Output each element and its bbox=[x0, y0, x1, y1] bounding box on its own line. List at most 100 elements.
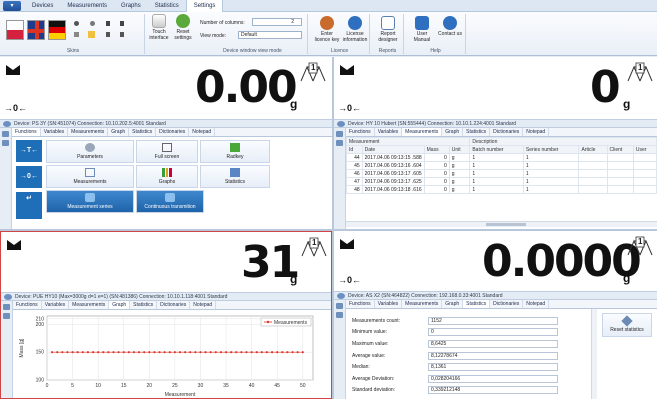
col-batch[interactable]: Batch number bbox=[469, 145, 524, 154]
tab-measurements[interactable]: Measurements bbox=[68, 128, 109, 136]
tab-variables[interactable]: Variables bbox=[375, 128, 403, 136]
table-cell: 1 bbox=[522, 177, 580, 186]
tab-dictionaries[interactable]: Dictionaries bbox=[157, 301, 191, 309]
legend-marker bbox=[266, 320, 270, 324]
device-info-bar: Device: PS 3Y (SN:451074) Connection: 10… bbox=[0, 119, 332, 128]
measurement-series-button[interactable]: Measurement series bbox=[46, 190, 134, 213]
touch-interface-button[interactable]: Touch interface bbox=[147, 14, 171, 41]
parameters-button[interactable]: Parameters bbox=[46, 140, 134, 163]
tab-functions[interactable]: Functions bbox=[13, 301, 42, 309]
tab-measurements[interactable]: Measurements bbox=[60, 0, 114, 12]
tab-notepad[interactable]: Notepad bbox=[189, 128, 216, 136]
table-row[interactable]: 47 2017.04.06 09:13:17 .625 0 g 1 1 bbox=[346, 177, 657, 186]
eye-icon[interactable] bbox=[3, 121, 11, 127]
continuous-transmition-button[interactable]: Continuous transmition bbox=[136, 190, 204, 213]
tab-variables[interactable]: Variables bbox=[375, 300, 403, 308]
side-list-icon[interactable] bbox=[336, 140, 343, 146]
tab-devices[interactable]: Devices bbox=[25, 0, 60, 12]
view-group: Number of columns: 2 View mode: Default … bbox=[198, 14, 308, 54]
col-mass[interactable]: Mass bbox=[423, 145, 450, 154]
side-chart-icon[interactable] bbox=[3, 304, 10, 310]
tab-dictionaries[interactable]: Dictionaries bbox=[490, 300, 524, 308]
col-user[interactable]: User bbox=[632, 145, 657, 154]
tab-settings[interactable]: Settings bbox=[185, 0, 224, 12]
col-date[interactable]: Date bbox=[361, 145, 425, 154]
tab-notepad[interactable]: Notepad bbox=[523, 128, 550, 136]
reset-settings-button[interactable]: Reset settings bbox=[172, 14, 194, 41]
side-list-icon[interactable] bbox=[336, 312, 343, 318]
eye-icon[interactable] bbox=[4, 294, 12, 300]
table-row[interactable]: 46 2017.04.06 09:13:17 .605 0 g 1 1 bbox=[346, 169, 657, 178]
data-point bbox=[102, 351, 105, 354]
col-id[interactable]: Id bbox=[346, 145, 363, 154]
tab-dictionaries[interactable]: Dictionaries bbox=[490, 128, 524, 136]
side-list-icon[interactable] bbox=[2, 140, 9, 146]
tab-measurements[interactable]: Measurements bbox=[402, 300, 443, 308]
flag-germany-icon[interactable] bbox=[48, 20, 66, 40]
tab-statistics[interactable]: Statistics bbox=[463, 300, 491, 308]
tab-notepad[interactable]: Notepad bbox=[190, 301, 217, 309]
col-article[interactable]: Article bbox=[578, 145, 608, 154]
table-row[interactable]: 44 2017.04.06 09:13:15 .588 0 g 1 1 bbox=[346, 153, 657, 162]
flag-poland-icon[interactable] bbox=[6, 20, 24, 40]
app-menu-button[interactable]: ▾ bbox=[3, 0, 21, 11]
side-list-icon[interactable] bbox=[3, 313, 10, 319]
tab-measurements[interactable]: Measurements bbox=[402, 128, 443, 136]
x-tick-label: 50 bbox=[300, 383, 306, 389]
data-point bbox=[56, 351, 59, 354]
tab-graph[interactable]: Graph bbox=[109, 301, 131, 309]
full-screen-button[interactable]: Full screen bbox=[136, 140, 198, 163]
contact-us-button[interactable]: Contact us bbox=[438, 16, 462, 37]
col-series[interactable]: Series number bbox=[522, 145, 580, 154]
radkey-button[interactable]: Radkey bbox=[200, 140, 270, 163]
tab-statistics[interactable]: Statistics bbox=[130, 301, 158, 309]
tab-graph[interactable]: Graph bbox=[442, 128, 464, 136]
col-client[interactable]: Client bbox=[606, 145, 634, 154]
help-group: User Manual Contact us Help bbox=[406, 14, 466, 54]
zero-indicator: →0← bbox=[338, 103, 362, 113]
table-cell bbox=[578, 177, 608, 186]
tab-graphs[interactable]: Graphs bbox=[114, 0, 148, 12]
horizontal-scrollbar[interactable] bbox=[346, 221, 657, 227]
license-information-button[interactable]: License information bbox=[342, 16, 368, 43]
skin-icons[interactable] bbox=[72, 19, 132, 41]
eye-icon[interactable] bbox=[337, 121, 345, 127]
columns-spinner[interactable]: 2 bbox=[252, 18, 302, 26]
user-manual-button[interactable]: User Manual bbox=[408, 16, 436, 43]
reset-statistics-button[interactable]: Reset statistics bbox=[602, 313, 652, 337]
tab-statistics[interactable]: Statistics bbox=[148, 0, 186, 12]
tab-statistics[interactable]: Statistics bbox=[463, 128, 491, 136]
tab-measurements[interactable]: Measurements bbox=[69, 301, 110, 309]
flag-uk-icon[interactable] bbox=[27, 20, 45, 40]
side-chart-icon[interactable] bbox=[336, 131, 343, 137]
tare-button[interactable]: →T← bbox=[16, 140, 42, 162]
tab-functions[interactable]: Functions bbox=[12, 128, 41, 136]
enter-licence-key-button[interactable]: Enter licence key bbox=[314, 16, 340, 43]
side-chart-icon[interactable] bbox=[2, 131, 9, 137]
table-row[interactable]: 48 2017.04.06 09:13:18 .616 0 g 1 1 bbox=[346, 185, 657, 194]
eye-icon[interactable] bbox=[337, 293, 345, 299]
table-row[interactable]: 45 2017.04.06 09:13:16 .604 0 g 1 1 bbox=[346, 161, 657, 170]
vertical-scrollbar[interactable] bbox=[591, 309, 597, 399]
tab-graph[interactable]: Graph bbox=[108, 128, 130, 136]
tab-statistics[interactable]: Statistics bbox=[129, 128, 157, 136]
measurements-button[interactable]: Measurements bbox=[46, 165, 134, 188]
tab-functions[interactable]: Functions bbox=[346, 300, 375, 308]
tab-notepad[interactable]: Notepad bbox=[523, 300, 550, 308]
tab-graph[interactable]: Graph bbox=[442, 300, 464, 308]
report-designer-button[interactable]: Report designer bbox=[375, 16, 401, 43]
reports-caption: Reports bbox=[378, 48, 397, 54]
table-cell bbox=[606, 177, 634, 186]
tab-variables[interactable]: Variables bbox=[42, 301, 70, 309]
side-chart-icon[interactable] bbox=[336, 303, 343, 309]
graphs-button[interactable]: Graphs bbox=[136, 165, 198, 188]
tab-dictionaries[interactable]: Dictionaries bbox=[156, 128, 190, 136]
statistics-button[interactable]: Statistics bbox=[200, 165, 270, 188]
tab-variables[interactable]: Variables bbox=[41, 128, 69, 136]
enter-button[interactable]: ↵ bbox=[16, 192, 42, 219]
tab-functions[interactable]: Functions bbox=[346, 128, 375, 136]
statistics-label: Statistics bbox=[224, 179, 245, 185]
col-unit[interactable]: Unit bbox=[448, 145, 471, 154]
view-mode-select[interactable]: Default bbox=[238, 31, 302, 39]
zero-button[interactable]: →0← bbox=[16, 166, 42, 188]
